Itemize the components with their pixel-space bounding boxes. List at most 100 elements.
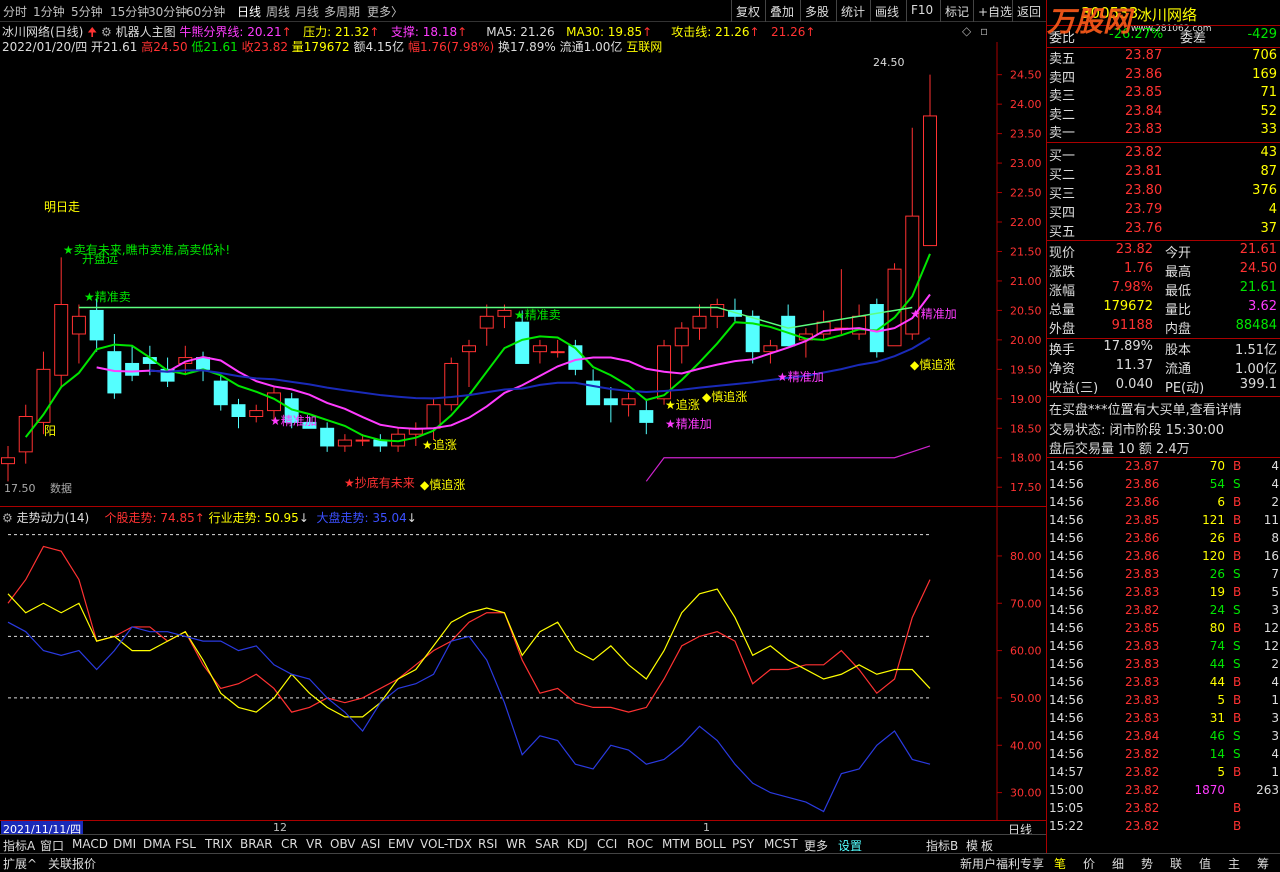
indicator-tab-20[interactable]: MTM [662,837,690,851]
indicator-tab-16[interactable]: SAR [535,837,559,851]
ask-price[interactable]: 23.83 [1125,122,1162,137]
quote-tab-5[interactable]: 值 [1199,855,1211,872]
indicator-tab-5[interactable]: FSL [175,837,196,851]
indicator-tab-24[interactable]: 更多 [804,837,828,854]
period-tab-2[interactable]: 5分钟 [71,3,103,20]
indicator-tab-8[interactable]: CR [281,837,298,851]
toolbar-button-0[interactable]: 复权 [731,0,764,22]
indicator-tab-6[interactable]: TRIX [205,837,232,851]
indicator-tab-25[interactable]: 设置 [838,837,862,854]
tick-volume: 70 [1209,459,1225,473]
indicator-tab-14[interactable]: RSI [478,837,498,851]
bid-price[interactable]: 23.79 [1125,202,1162,217]
period-tab-9[interactable]: 多周期 [324,3,360,20]
period-tab-5[interactable]: 60分钟 [186,3,225,20]
indicator-tab-7[interactable]: BRAR [240,837,273,851]
stat-value: 3.62 [1248,299,1277,314]
tick-side: B [1233,693,1242,707]
indicator-tab-3[interactable]: DMI [113,837,136,851]
tick-time: 15:00 [1049,783,1084,797]
tick-row: 14:56 23.82 24 S 3 [1047,603,1280,621]
bid-price[interactable]: 23.76 [1125,221,1162,236]
linked-quote-button[interactable]: 关联报价 [48,855,96,872]
quote-tab-1[interactable]: 价 [1083,855,1095,872]
period-tab-10[interactable]: 更多〉 [367,3,403,20]
stat2-row: 收益(三) 0.040 PE(动) 399.1 [1047,377,1280,396]
tick-count: 4 [1271,477,1279,491]
indicator-tab-17[interactable]: KDJ [567,837,588,851]
toolbar-button-1[interactable]: 叠加 [765,0,798,22]
stat-label: 今开 [1165,246,1192,261]
quote-tab-6[interactable]: 主 [1228,855,1240,872]
main-chart[interactable]: 冰川网络(日线) 🠉 ⚙ 机器人主图 牛熊分界线: 20.21↑ 压力: 21.… [0,22,1046,506]
indicator-tab-9[interactable]: VR [306,837,323,851]
indicator-tab-23[interactable]: MCST [764,837,798,851]
indicator-tab-10[interactable]: OBV [330,837,356,851]
indicator-tab-2[interactable]: MACD [72,837,108,851]
indicator-tab-18[interactable]: CCI [597,837,617,851]
tick-count: 3 [1271,711,1279,725]
candle-body [621,398,636,406]
candle-body [355,439,370,442]
bid-volume: 43 [1260,145,1277,160]
x-axis-month-1: 1 [703,821,710,834]
toolbar-button-6[interactable]: 标记 [940,0,973,22]
expand-button[interactable]: 扩展^ [3,855,37,872]
trend-power-panel[interactable]: ⚙ 走势动力(14) 个股走势: 74.85↑ 行业走势: 50.95↓ 大盘走… [0,506,1046,821]
bid-price[interactable]: 23.81 [1125,164,1162,179]
quote-tab-2[interactable]: 细 [1112,855,1124,872]
indicator-tab-4[interactable]: DMA [143,837,171,851]
indicator-tab-19[interactable]: ROC [627,837,653,851]
candle-body [692,315,707,329]
indicator-tab-11[interactable]: ASI [361,837,380,851]
indicator-tab-0[interactable]: 指标A [3,837,35,854]
period-tab-7[interactable]: 周线 [266,3,290,20]
bid-price[interactable]: 23.80 [1125,183,1162,198]
ask-price[interactable]: 23.86 [1125,67,1162,82]
indicator-b-tab-2[interactable]: 板 [981,837,993,854]
quote-tab-3[interactable]: 势 [1141,855,1153,872]
toolbar-button-5[interactable]: F10 [906,0,937,22]
ask-price[interactable]: 23.84 [1125,104,1162,119]
quote-tab-7[interactable]: 筹 [1257,855,1269,872]
quote-tab-4[interactable]: 联 [1170,855,1182,872]
bid-label: 买一 [1049,149,1076,164]
signal-annotation: ★精准卖 [84,290,131,304]
indicator-tab-21[interactable]: BOLL [695,837,726,851]
tick-side: B [1233,531,1242,545]
quote-tab-0[interactable]: 笔 [1054,855,1066,872]
tick-price: 23.83 [1125,693,1160,707]
new-user-promo[interactable]: 新用户福利专享 [960,855,1044,872]
period-tab-0[interactable]: 分时 [3,3,27,20]
divider [1047,142,1280,143]
period-tab-1[interactable]: 1分钟 [33,3,65,20]
ask-price[interactable]: 23.85 [1125,85,1162,100]
candle-body [444,362,459,406]
toolbar-button-7[interactable]: +自选 [973,0,1016,22]
candle-body [497,309,512,317]
toolbar-button-3[interactable]: 统计 [836,0,869,22]
tick-count: 12 [1263,621,1279,635]
indicator-b-tab-0[interactable]: 指标B [926,837,958,854]
indicator-tab-12[interactable]: EMV [388,837,414,851]
period-tab-4[interactable]: 30分钟 [148,3,187,20]
ask-price[interactable]: 23.87 [1125,48,1162,63]
toolbar-button-8[interactable]: 返回 [1012,0,1045,22]
big-order-notice[interactable]: 在买盘***位置有大买单,查看详情 [1049,399,1242,418]
tick-count: 4 [1271,459,1279,473]
toolbar-button-4[interactable]: 画线 [870,0,903,22]
bid-price[interactable]: 23.82 [1125,145,1162,160]
tick-row: 14:56 23.86 6 B 2 [1047,495,1280,513]
price-tick-label: 24.00 [1010,98,1042,111]
indicator-tab-15[interactable]: WR [506,837,526,851]
toolbar-button-2[interactable]: 多股 [800,0,833,22]
period-tab-8[interactable]: 月线 [295,3,319,20]
tick-count: 16 [1263,549,1279,563]
indicator-tab-1[interactable]: 窗口 [40,837,64,854]
tick-time: 14:56 [1049,675,1084,689]
period-tab-6[interactable]: 日线 [237,3,261,20]
indicator-tab-13[interactable]: VOL-TDX [420,837,472,851]
period-tab-3[interactable]: 15分钟 [110,3,149,20]
indicator-tab-22[interactable]: PSY [732,837,754,851]
indicator-b-tab-1[interactable]: 模 [966,837,978,854]
